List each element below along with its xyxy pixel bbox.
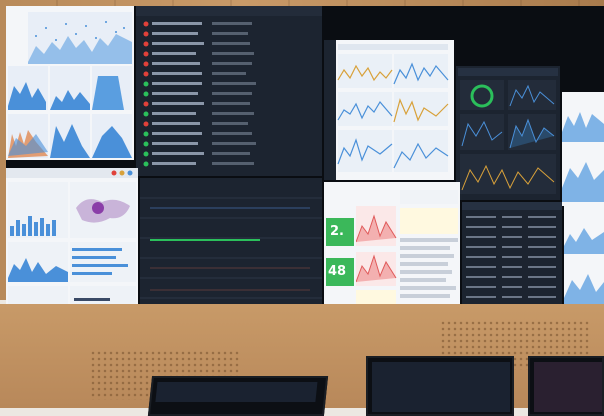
analytics-charts <box>8 12 132 158</box>
screen-far-right-lower <box>564 206 604 306</box>
screen-table-right <box>462 202 562 306</box>
status-list <box>136 6 322 167</box>
metric-value-2: 48 <box>328 264 347 279</box>
metric-card-green-1: 2. <box>326 218 354 246</box>
far-right-lower-charts <box>564 228 604 306</box>
desk-monitor-right <box>528 356 604 416</box>
screen-far-right <box>562 92 604 206</box>
dashboard-widgets <box>458 68 558 194</box>
desk-monitor-left <box>147 376 329 416</box>
metric-card-green-2: 48 <box>326 258 354 286</box>
screen-monitoring-center <box>324 40 454 180</box>
metric-value-1: 2. <box>330 224 344 239</box>
desk-monitor-center <box>366 356 514 416</box>
screen-metrics-center: 2. 48 <box>324 182 460 314</box>
screen-status-list <box>136 6 322 176</box>
screen-analytics-top-left <box>6 6 134 160</box>
table-rows <box>462 202 562 298</box>
metric-charts <box>356 190 458 306</box>
screen-dashboard-right <box>456 66 560 200</box>
far-right-charts <box>562 112 604 202</box>
monitoring-charts <box>324 40 449 180</box>
status-rows <box>143 21 256 167</box>
video-wall: 2. 48 <box>6 6 604 336</box>
